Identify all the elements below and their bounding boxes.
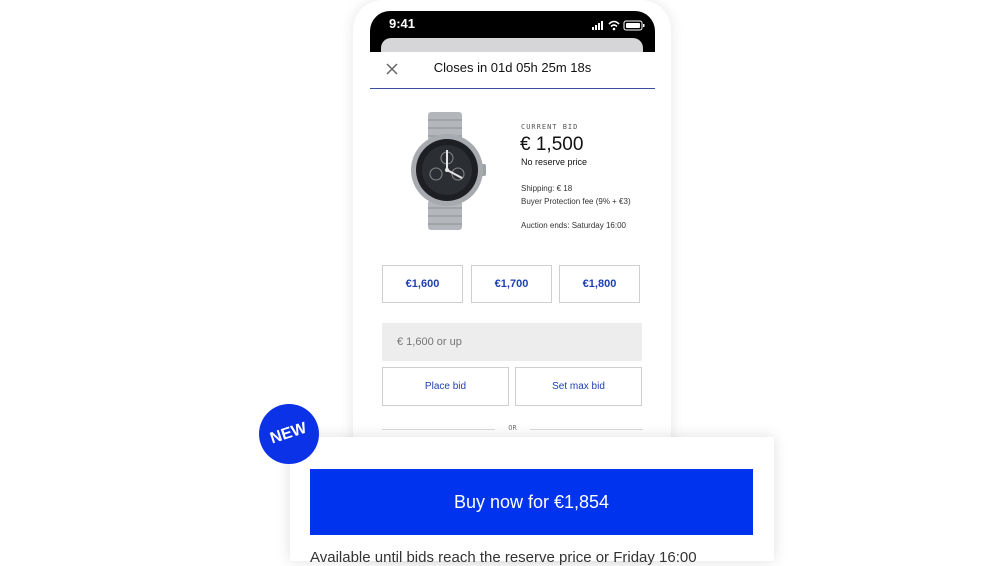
- battery-icon: [623, 20, 645, 31]
- bid-option-button[interactable]: €1,600: [382, 265, 463, 303]
- buyer-protection-fee: Buyer Protection fee (9% + €3): [521, 197, 631, 206]
- phone-notch: [432, 11, 592, 33]
- reserve-price-text: No reserve price: [521, 157, 588, 167]
- new-badge-label: NEW: [268, 419, 310, 448]
- status-time: 9:41: [389, 16, 416, 31]
- or-separator: OR: [508, 424, 517, 432]
- auction-end-time: Auction ends: Saturday 16:00: [521, 221, 626, 230]
- status-icons: [590, 18, 650, 31]
- current-bid-value: € 1,500: [520, 134, 584, 155]
- bid-option-button[interactable]: €1,700: [471, 265, 552, 303]
- current-bid-label: CURRENT BID: [521, 123, 579, 131]
- auction-countdown: Closes in 01d 05h 25m 18s: [433, 60, 592, 75]
- watch-image: [402, 110, 492, 232]
- custom-bid-input[interactable]: [382, 323, 642, 361]
- close-icon[interactable]: [385, 62, 399, 76]
- place-bid-button[interactable]: Place bid: [382, 367, 509, 406]
- wifi-icon: [608, 20, 620, 31]
- new-badge: NEW: [259, 404, 319, 464]
- bid-option-button[interactable]: €1,800: [559, 265, 640, 303]
- buy-now-availability-text: Available until bids reach the reserve p…: [310, 549, 697, 566]
- buy-now-button[interactable]: Buy now for €1,854: [310, 469, 753, 535]
- divider: [530, 429, 643, 430]
- divider: [382, 429, 495, 430]
- shipping-cost: Shipping: € 18: [521, 184, 573, 193]
- set-max-bid-button[interactable]: Set max bid: [515, 367, 642, 406]
- signal-icon: [592, 21, 603, 30]
